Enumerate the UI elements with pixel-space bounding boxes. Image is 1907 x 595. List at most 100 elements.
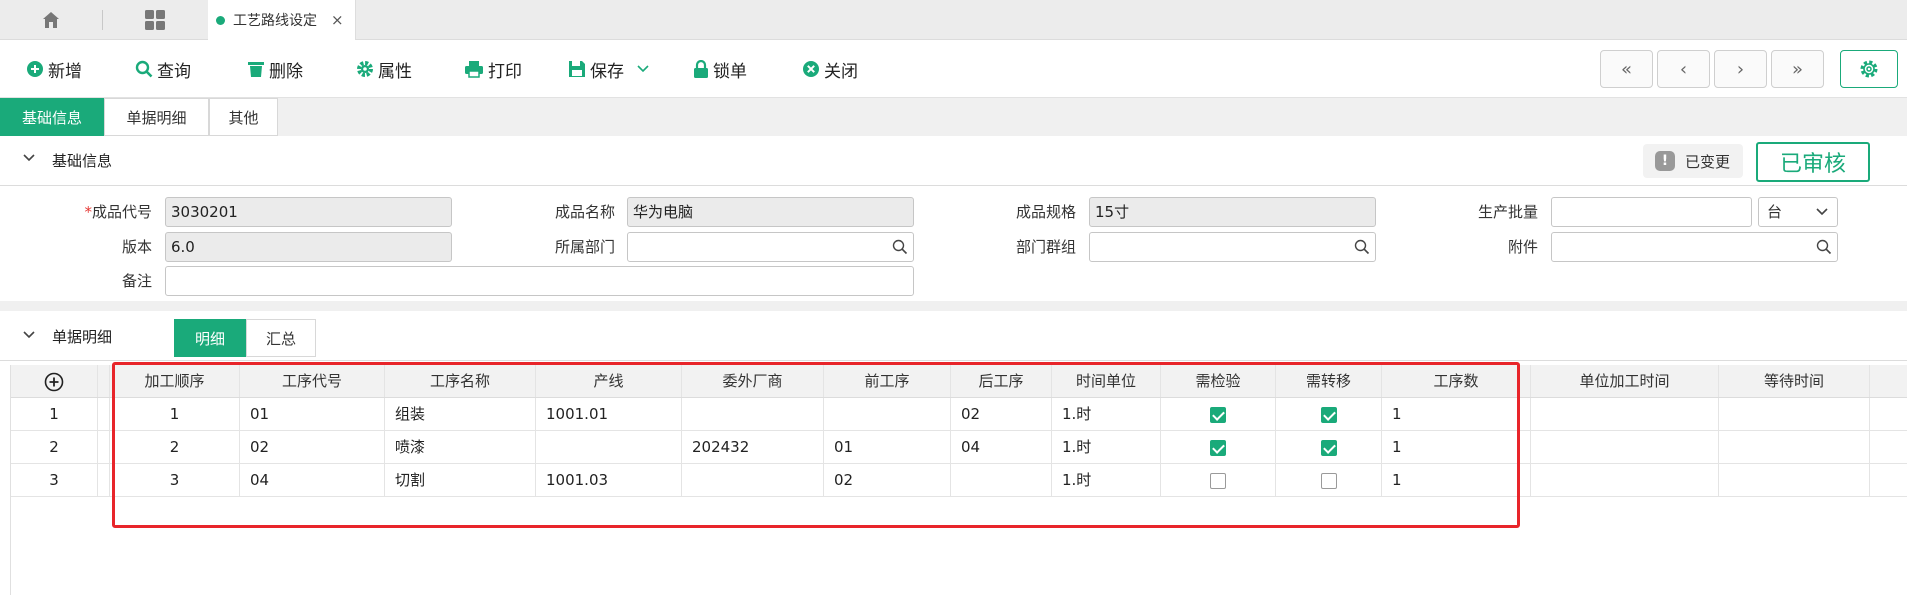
search-icon[interactable] — [892, 239, 908, 255]
col-inspect[interactable]: 需检验 — [1161, 365, 1276, 397]
cell-wait[interactable] — [1719, 398, 1870, 430]
close-button[interactable]: 关闭 — [802, 40, 858, 98]
product-name-field[interactable]: 华为电脑 — [627, 197, 914, 227]
query-button[interactable]: 查询 — [135, 40, 191, 98]
dept-group-field[interactable] — [1089, 232, 1376, 262]
cell-unit-time[interactable] — [1531, 398, 1719, 430]
lock-button[interactable]: 锁单 — [693, 40, 747, 98]
chevron-down-icon[interactable] — [636, 64, 650, 74]
next-record-button[interactable]: › — [1714, 50, 1767, 88]
cell-prev[interactable] — [824, 398, 951, 430]
cell-next[interactable]: 04 — [951, 431, 1052, 463]
batch-unit-select[interactable]: 台 — [1758, 197, 1838, 227]
delete-button[interactable]: 删除 — [247, 40, 303, 98]
cell-code[interactable]: 04 — [240, 464, 385, 496]
cell-vendor[interactable]: 202432 — [682, 431, 824, 463]
cell-unit-time[interactable] — [1531, 431, 1719, 463]
tab-route-setting[interactable]: 工艺路线设定 × — [208, 0, 356, 40]
col-seq[interactable]: 加工顺序 — [110, 365, 240, 397]
save-button[interactable]: 保存 — [568, 40, 650, 98]
grid-header-row: 加工顺序 工序代号 工序名称 产线 委外厂商 前工序 后工序 时间单位 需检验 … — [11, 365, 1907, 398]
col-code[interactable]: 工序代号 — [240, 365, 385, 397]
cell-count[interactable]: 1 — [1382, 464, 1531, 496]
cell-code[interactable]: 01 — [240, 398, 385, 430]
table-row[interactable]: 1 1 01 组装 1001.01 02 1.时 1 — [11, 398, 1907, 431]
cell-inspect — [1161, 431, 1276, 463]
inspect-checkbox[interactable] — [1210, 439, 1226, 456]
prev-record-button[interactable]: ‹ — [1657, 50, 1710, 88]
tab-other[interactable]: 其他 — [209, 98, 278, 136]
cell-line[interactable] — [536, 431, 682, 463]
remark-field[interactable] — [165, 266, 914, 296]
cell-code[interactable]: 02 — [240, 431, 385, 463]
attachment-field[interactable] — [1551, 232, 1838, 262]
settings-button[interactable] — [1840, 50, 1898, 88]
cell-name[interactable]: 组装 — [385, 398, 536, 430]
last-record-button[interactable]: » — [1771, 50, 1824, 88]
col-vendor[interactable]: 委外厂商 — [682, 365, 824, 397]
cell-seq[interactable]: 1 — [110, 398, 240, 430]
cell-seq[interactable]: 2 — [110, 431, 240, 463]
department-field[interactable] — [627, 232, 914, 262]
cell-wait[interactable] — [1719, 431, 1870, 463]
col-wait[interactable]: 等待时间 — [1719, 365, 1870, 397]
cell-name[interactable]: 切割 — [385, 464, 536, 496]
product-spec-field[interactable]: 15寸 — [1089, 197, 1376, 227]
cell-prev[interactable]: 02 — [824, 464, 951, 496]
cell-next[interactable] — [951, 464, 1052, 496]
col-count[interactable]: 工序数 — [1382, 365, 1531, 397]
add-row-button[interactable] — [11, 365, 98, 397]
search-icon[interactable] — [1354, 239, 1370, 255]
table-row[interactable]: 2 2 02 喷漆 202432 01 04 1.时 1 — [11, 431, 1907, 464]
col-unit-time[interactable]: 单位加工时间 — [1531, 365, 1719, 397]
apps-tab[interactable] — [104, 0, 206, 40]
cell-unit[interactable]: 1.时 — [1052, 464, 1161, 496]
col-unit[interactable]: 时间单位 — [1052, 365, 1161, 397]
cell-vendor[interactable] — [682, 398, 824, 430]
cell-seq[interactable]: 3 — [110, 464, 240, 496]
cell-line[interactable]: 1001.01 — [536, 398, 682, 430]
cell-next[interactable]: 02 — [951, 398, 1052, 430]
cell-name[interactable]: 喷漆 — [385, 431, 536, 463]
chevron-right-icon: › — [1736, 58, 1745, 80]
col-prev[interactable]: 前工序 — [824, 365, 951, 397]
cell-unit[interactable]: 1.时 — [1052, 431, 1161, 463]
inspect-checkbox[interactable] — [1210, 406, 1226, 423]
cell-count[interactable]: 1 — [1382, 398, 1531, 430]
gear-icon — [357, 61, 373, 77]
cell-vendor[interactable] — [682, 464, 824, 496]
search-icon[interactable] — [1816, 239, 1832, 255]
col-name[interactable]: 工序名称 — [385, 365, 536, 397]
home-tab[interactable] — [0, 0, 102, 40]
cell-wait[interactable] — [1719, 464, 1870, 496]
segment-detail[interactable]: 明细 — [174, 319, 246, 357]
chevron-down-icon[interactable] — [22, 153, 36, 163]
tab-detail[interactable]: 单据明细 — [104, 98, 209, 136]
transfer-checkbox[interactable] — [1320, 472, 1337, 489]
cell-count[interactable]: 1 — [1382, 431, 1531, 463]
cell-line[interactable]: 1001.03 — [536, 464, 682, 496]
version-field[interactable]: 6.0 — [165, 232, 452, 262]
cell-unit-time[interactable] — [1531, 464, 1719, 496]
cell-prev[interactable]: 01 — [824, 431, 951, 463]
new-button[interactable]: 新增 — [26, 40, 82, 98]
gear-icon — [1860, 60, 1878, 78]
print-button-label: 打印 — [488, 61, 522, 82]
print-button[interactable]: 打印 — [464, 40, 522, 98]
table-row[interactable]: 3 3 04 切割 1001.03 02 1.时 1 — [11, 464, 1907, 497]
chevron-down-icon[interactable] — [22, 330, 36, 340]
col-next[interactable]: 后工序 — [951, 365, 1052, 397]
transfer-checkbox[interactable] — [1320, 406, 1337, 423]
product-code-field[interactable]: 3030201 — [165, 197, 452, 227]
first-record-button[interactable]: « — [1600, 50, 1653, 88]
properties-button[interactable]: 属性 — [356, 40, 412, 98]
col-transfer[interactable]: 需转移 — [1276, 365, 1382, 397]
segment-summary[interactable]: 汇总 — [246, 319, 316, 357]
inspect-checkbox[interactable] — [1210, 472, 1226, 489]
tab-basic-info[interactable]: 基础信息 — [0, 98, 104, 136]
col-line[interactable]: 产线 — [536, 365, 682, 397]
batch-qty-field[interactable] — [1551, 197, 1752, 227]
cell-unit[interactable]: 1.时 — [1052, 398, 1161, 430]
transfer-checkbox[interactable] — [1320, 439, 1337, 456]
close-icon[interactable]: × — [331, 11, 344, 29]
